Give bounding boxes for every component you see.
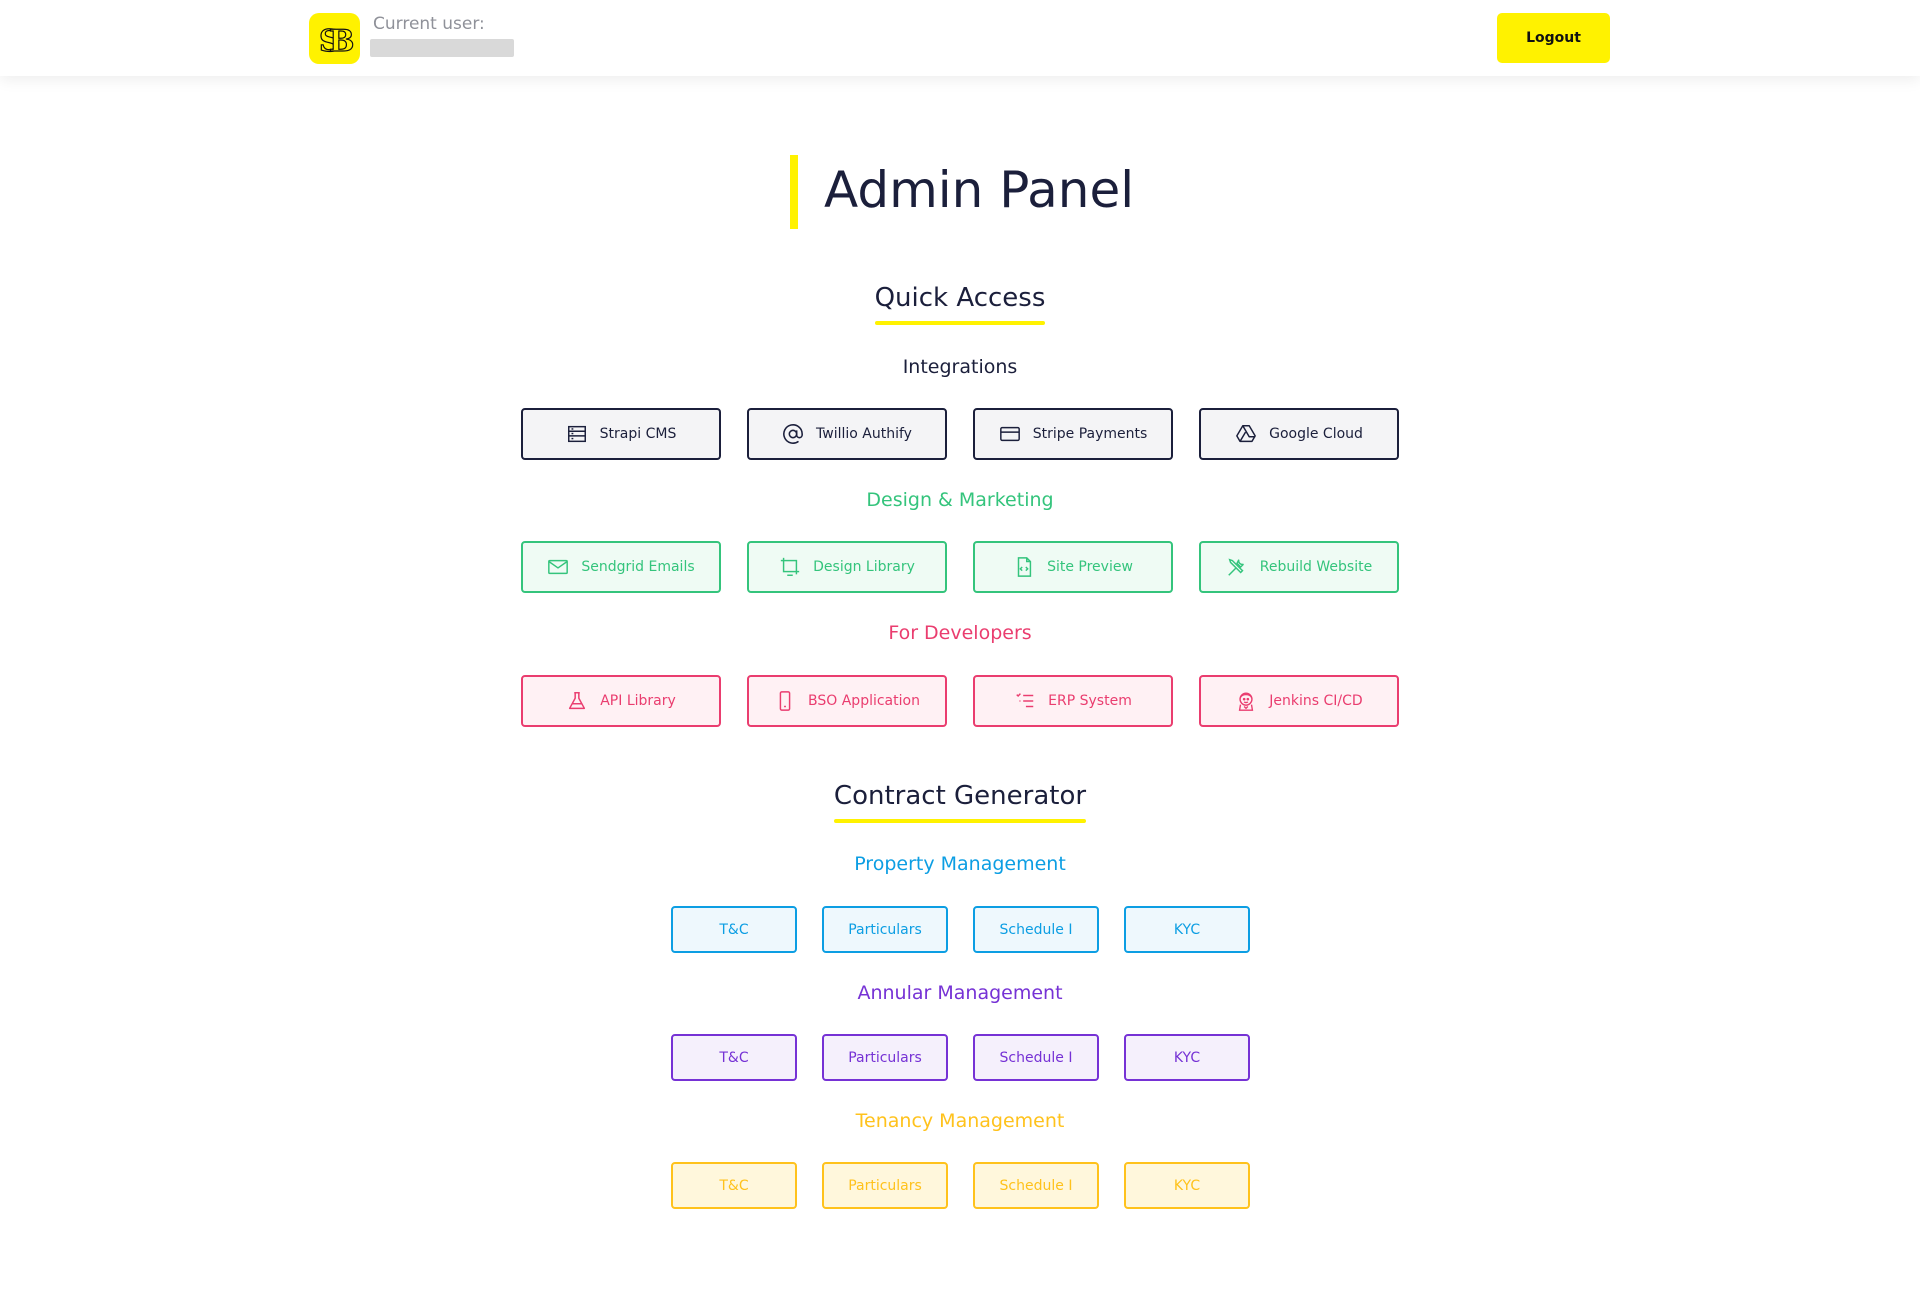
- rebuild-website-label: Rebuild Website: [1259, 559, 1373, 575]
- butler-icon: [1239, 692, 1254, 711]
- integrations-heading: Integrations: [902, 356, 1018, 378]
- credit-card-icon: [999, 426, 1020, 442]
- strapi-cms-button[interactable]: Strapi CMS: [521, 408, 721, 460]
- google-drive-icon: [1236, 425, 1256, 443]
- bso-application-label: BSO Application: [808, 693, 920, 709]
- frame-icon: [780, 557, 800, 576]
- property-particulars-button[interactable]: Particulars: [822, 906, 948, 953]
- twillio-authify-button[interactable]: Twillio Authify: [747, 408, 947, 460]
- tenancy-management-heading: Tenancy Management: [855, 1110, 1065, 1132]
- code-file-icon: [1017, 557, 1032, 577]
- logo-monogram-icon: S B: [318, 23, 355, 59]
- erp-system-label: ERP System: [1048, 693, 1132, 709]
- svg-text:B: B: [329, 24, 354, 59]
- quick-access-heading: Quick Access: [0, 283, 1920, 325]
- strapi-cms-label: Strapi CMS: [599, 426, 677, 442]
- google-cloud-label: Google Cloud: [1269, 426, 1363, 442]
- jenkins-cicd-label: Jenkins CI/CD: [1269, 693, 1363, 709]
- design-library-button[interactable]: Design Library: [747, 541, 947, 593]
- design-library-label: Design Library: [813, 559, 915, 575]
- property-management-heading: Property Management: [854, 853, 1066, 875]
- list-check-icon: [1016, 693, 1034, 708]
- site-preview-button[interactable]: Site Preview: [973, 541, 1173, 593]
- sendgrid-emails-button[interactable]: Sendgrid Emails: [521, 541, 721, 593]
- annular-management-heading: Annular Management: [857, 982, 1063, 1004]
- rebuild-website-button[interactable]: Rebuild Website: [1199, 541, 1399, 593]
- api-library-button[interactable]: API Library: [521, 675, 721, 727]
- logout-button[interactable]: Logout: [1497, 13, 1610, 63]
- envelope-icon: [548, 559, 569, 575]
- tenancy-schedule-button[interactable]: Schedule I: [973, 1162, 1099, 1209]
- developers-heading: For Developers: [888, 622, 1032, 644]
- bso-application-button[interactable]: BSO Application: [747, 675, 947, 727]
- current-user-value-redacted: [370, 39, 514, 57]
- design-marketing-heading: Design & Marketing: [866, 489, 1054, 511]
- annular-schedule-button[interactable]: Schedule I: [973, 1034, 1099, 1081]
- erp-system-button[interactable]: ERP System: [973, 675, 1173, 727]
- title-accent-bar: [790, 155, 798, 229]
- server-icon: [567, 425, 586, 443]
- jenkins-cicd-button[interactable]: Jenkins CI/CD: [1199, 675, 1399, 727]
- current-user-label: Current user:: [373, 14, 485, 34]
- at-sign-icon: [783, 424, 803, 444]
- sendgrid-emails-label: Sendgrid Emails: [581, 559, 695, 575]
- brand-logo[interactable]: S B: [309, 13, 360, 64]
- tenancy-kyc-button[interactable]: KYC: [1124, 1162, 1250, 1209]
- annular-kyc-button[interactable]: KYC: [1124, 1034, 1250, 1081]
- stripe-payments-label: Stripe Payments: [1032, 426, 1148, 442]
- site-preview-label: Site Preview: [1047, 559, 1133, 575]
- contract-generator-heading: Contract Generator: [0, 781, 1920, 823]
- page-title: Admin Panel: [824, 161, 1135, 219]
- top-header: S B Current user: Logout: [0, 0, 1920, 76]
- tenancy-particulars-button[interactable]: Particulars: [822, 1162, 948, 1209]
- flask-icon: [569, 692, 586, 710]
- twillio-authify-label: Twillio Authify: [816, 426, 912, 442]
- tools-icon: [1228, 558, 1244, 576]
- smartphone-icon: [779, 691, 791, 711]
- annular-particulars-button[interactable]: Particulars: [822, 1034, 948, 1081]
- api-library-label: API Library: [600, 693, 676, 709]
- stripe-payments-button[interactable]: Stripe Payments: [973, 408, 1173, 460]
- property-tc-button[interactable]: T&C: [671, 906, 797, 953]
- property-schedule-button[interactable]: Schedule I: [973, 906, 1099, 953]
- google-cloud-button[interactable]: Google Cloud: [1199, 408, 1399, 460]
- annular-tc-button[interactable]: T&C: [671, 1034, 797, 1081]
- property-kyc-button[interactable]: KYC: [1124, 906, 1250, 953]
- tenancy-tc-button[interactable]: T&C: [671, 1162, 797, 1209]
